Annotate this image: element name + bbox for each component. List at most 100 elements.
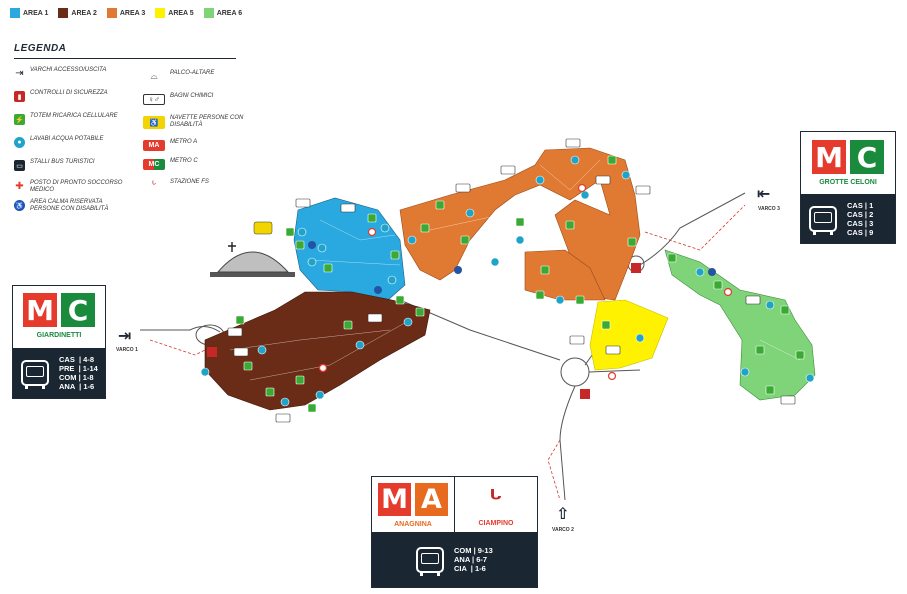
phone-charging-icon [460, 235, 470, 245]
gate-arrow-icon: ⇤ [757, 184, 771, 203]
first-aid-icon [577, 183, 587, 193]
phone-charging-icon [601, 320, 611, 330]
area-5-zone [589, 299, 669, 371]
accessible-icon [374, 286, 382, 294]
fs-logo-icon: ᒡ [489, 485, 503, 515]
first-aid-icon [318, 363, 328, 373]
bus-lines-panel: CAS | 4-8 PRE | 1-14 COM | 1-8 ANA | 1-6 [13, 348, 105, 398]
station-card-grotte-celoni: M C GROTTE CELONI CAS | 1 CAS | 2 CAS | … [800, 131, 896, 244]
water-drop-icon [200, 367, 210, 377]
water-drop-icon [280, 397, 290, 407]
station-split: M A ANAGNINA ᒡ CIAMPINO [372, 477, 537, 533]
phone-charging-icon [435, 200, 445, 210]
phone-charging-icon [540, 265, 550, 275]
shuttle-icon [253, 221, 273, 235]
bus-lines: CAS | 1 CAS | 2 CAS | 3 CAS | 9 [847, 201, 873, 237]
bus-line: ANA | 6-7 [454, 555, 488, 564]
metro-m-tile: M [378, 483, 411, 516]
phone-charging-icon [390, 250, 400, 260]
station-name: GIARDINETTI [36, 332, 82, 339]
metro-a-block: M A ANAGNINA [372, 477, 455, 532]
phone-charging-icon [285, 227, 295, 237]
bus-line: COM | 9-13 [454, 546, 493, 555]
cross-icon [228, 242, 236, 252]
bus-line: CAS | 1 [847, 200, 874, 210]
bus-lines-panel: COM | 9-13 ANA | 6-7 CIA | 1-6 [372, 532, 537, 587]
accessible-icon [708, 268, 716, 276]
first-aid-icon [723, 287, 733, 297]
phone-charging-icon [295, 240, 305, 250]
phone-charging-icon [323, 263, 333, 273]
first-aid-icon [367, 227, 377, 237]
stage-dome [216, 251, 290, 273]
station-name: ANAGNINA [394, 521, 432, 528]
water-drop-icon [535, 175, 545, 185]
bus-line: CIA | 1-6 [454, 564, 486, 573]
metro-m-tile: M [812, 140, 846, 174]
phone-charging-icon [565, 220, 575, 230]
phone-charging-icon [607, 155, 617, 165]
phone-charging-icon [765, 385, 775, 395]
road [588, 369, 641, 373]
bus-lines-panel: CAS | 1 CAS | 2 CAS | 3 CAS | 9 [801, 194, 895, 243]
area-1-zone [293, 197, 406, 301]
accessible-icon [454, 266, 462, 274]
water-drop-icon [490, 257, 500, 267]
toilets-icon [227, 327, 243, 337]
bus-line: CAS | 9 [847, 227, 874, 237]
water-drop-icon [403, 317, 413, 327]
toilets-icon [275, 413, 291, 423]
toilets-icon [745, 295, 761, 305]
water-drop-icon [387, 275, 397, 285]
toilets-icon [780, 395, 796, 405]
water-drop-icon [297, 227, 307, 237]
bus-line: CAS | 4-8 [59, 355, 95, 364]
metro-c-logo: M C [13, 286, 105, 327]
phone-charging-icon [295, 375, 305, 385]
phone-charging-icon [367, 213, 377, 223]
water-drop-icon [307, 257, 317, 267]
metro-a-logo: M A [372, 477, 454, 516]
water-drop-icon [635, 333, 645, 343]
toilets-icon [455, 183, 471, 193]
accessible-icon [308, 241, 316, 249]
water-drop-icon [570, 155, 580, 165]
phone-charging-icon [713, 280, 723, 290]
phone-charging-icon [795, 350, 805, 360]
toilets-icon [340, 203, 356, 213]
station-name: GROTTE CELONI [819, 179, 877, 186]
phone-charging-icon [755, 345, 765, 355]
security-check-icon [580, 389, 590, 399]
varco-1-label: VARCO 1 [116, 347, 138, 353]
toilets-icon [569, 335, 585, 345]
phone-charging-icon [265, 387, 275, 397]
water-drop-icon [765, 300, 775, 310]
water-drop-icon [740, 367, 750, 377]
bus-line: ANA | 1-6 [59, 382, 95, 391]
security-check-icon [631, 263, 641, 273]
bus-line: COM | 1-8 [59, 373, 94, 382]
phone-charging-icon [535, 290, 545, 300]
water-drop-icon [317, 243, 327, 253]
bus-line: CAS | 3 [847, 218, 874, 228]
phone-charging-icon [395, 295, 405, 305]
toilets-icon [500, 165, 516, 175]
phone-charging-icon [780, 305, 790, 315]
stage-base [210, 272, 295, 277]
bus-lines: COM | 9-13 ANA | 6-7 CIA | 1-6 [454, 546, 493, 573]
toilets-icon [605, 345, 621, 355]
metro-c-tile: C [61, 293, 95, 327]
toilets-icon [635, 185, 651, 195]
access-route [644, 204, 746, 251]
water-drop-icon [355, 340, 365, 350]
water-drop-icon [621, 170, 631, 180]
water-drop-icon [257, 345, 267, 355]
water-drop-icon [515, 235, 525, 245]
road [559, 385, 576, 501]
bus-icon [416, 546, 444, 576]
station-card-anagnina: M A ANAGNINA ᒡ CIAMPINO COM | 9-13 ANA |… [371, 476, 538, 588]
water-drop-icon [695, 267, 705, 277]
phone-charging-icon [515, 217, 525, 227]
road [140, 326, 221, 333]
toilets-icon [367, 313, 383, 323]
